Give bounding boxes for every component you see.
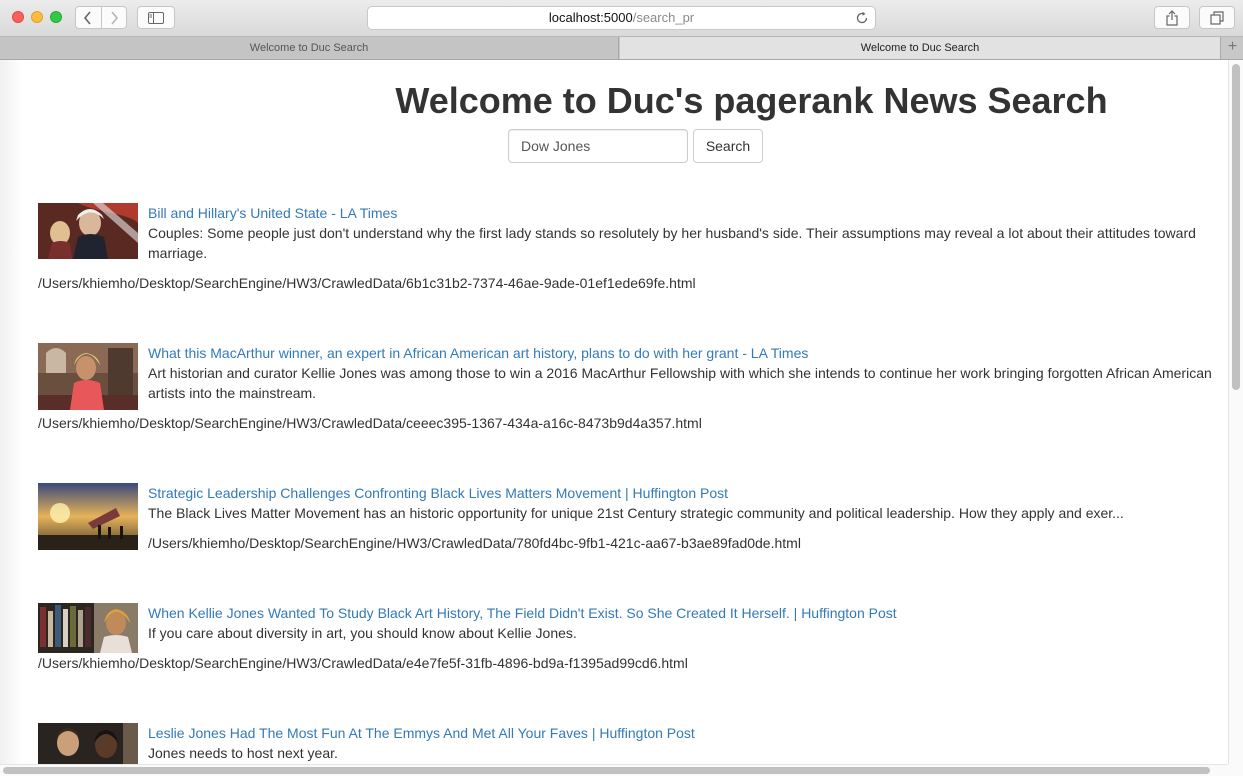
result-title-link[interactable]: What this MacArthur winner, an expert in… <box>148 343 808 363</box>
address-bar[interactable]: localhost:5000/search_pr <box>367 6 876 30</box>
tabs-icon <box>1210 10 1224 25</box>
result-title-link[interactable]: Bill and Hillary's United State - LA Tim… <box>148 203 397 223</box>
result-thumbnail[interactable] <box>38 203 138 259</box>
result-thumbnail[interactable] <box>38 723 138 764</box>
close-window-button[interactable] <box>12 11 24 23</box>
search-button[interactable]: Search <box>693 129 763 163</box>
result-thumbnail[interactable] <box>38 343 138 410</box>
result-title-link[interactable]: Leslie Jones Had The Most Fun At The Emm… <box>148 723 695 743</box>
result-path: /Users/khiemho/Desktop/SearchEngine/HW3/… <box>148 535 801 551</box>
show-all-tabs-button[interactable] <box>1199 6 1235 29</box>
chevron-left-icon <box>84 10 91 25</box>
share-button[interactable] <box>1154 6 1190 29</box>
result-description: The Black Lives Matter Movement has an h… <box>148 505 1124 521</box>
result-description: Jones needs to host next year. <box>148 745 338 761</box>
result-title-link[interactable]: Strategic Leadership Challenges Confront… <box>148 483 728 503</box>
url-path: /search_pr <box>632 10 695 25</box>
zoom-window-button[interactable] <box>50 11 62 23</box>
result-item: What this MacArthur winner, an expert in… <box>38 343 1228 443</box>
sidebar-icon <box>148 11 164 24</box>
result-thumbnail[interactable] <box>38 603 138 653</box>
result-title-link[interactable]: When Kellie Jones Wanted To Study Black … <box>148 603 897 623</box>
result-description: If you care about diversity in art, you … <box>148 625 577 641</box>
search-input[interactable] <box>508 129 688 163</box>
result-thumbnail[interactable] <box>38 483 138 550</box>
horizontal-scrollbar[interactable] <box>0 764 1228 776</box>
result-item: Bill and Hillary's United State - LA Tim… <box>38 203 1228 303</box>
result-item: When Kellie Jones Wanted To Study Black … <box>38 603 1228 683</box>
chevron-right-icon <box>111 10 118 25</box>
result-path: /Users/khiemho/Desktop/SearchEngine/HW3/… <box>38 655 688 671</box>
result-path: /Users/khiemho/Desktop/SearchEngine/HW3/… <box>38 415 702 431</box>
tab-bar: Welcome to Duc Search Welcome to Duc Sea… <box>0 37 1243 60</box>
window-titlebar: localhost:5000/search_pr <box>0 0 1243 37</box>
left-edge-shadow <box>0 60 22 764</box>
tab-2-active[interactable]: Welcome to Duc Search <box>620 37 1220 59</box>
tab-1[interactable]: Welcome to Duc Search <box>0 37 619 59</box>
minimize-window-button[interactable] <box>31 11 43 23</box>
result-description: Art historian and curator Kellie Jones w… <box>148 365 1212 401</box>
reload-icon[interactable] <box>855 11 869 25</box>
sidebar-toggle-button[interactable] <box>137 6 175 29</box>
vertical-scroll-thumb[interactable] <box>1232 64 1240 390</box>
vertical-scrollbar[interactable] <box>1228 60 1243 764</box>
url-host: localhost:5000 <box>548 10 633 25</box>
result-item: Leslie Jones Had The Most Fun At The Emm… <box>38 723 1228 764</box>
share-icon <box>1166 9 1178 26</box>
forward-button[interactable] <box>100 7 127 28</box>
scroll-corner <box>1228 764 1243 776</box>
back-button[interactable] <box>76 7 101 28</box>
page-title: Welcome to Duc's pagerank News Search <box>395 80 1108 121</box>
page-content: Welcome to Duc's pagerank News Search Se… <box>0 60 1228 764</box>
result-path: /Users/khiemho/Desktop/SearchEngine/HW3/… <box>38 275 696 291</box>
result-description: Couples: Some people just don't understa… <box>148 225 1196 261</box>
result-item: Strategic Leadership Challenges Confront… <box>38 483 1228 583</box>
new-tab-button[interactable]: + <box>1220 37 1243 59</box>
history-nav <box>75 6 127 29</box>
horizontal-scroll-thumb[interactable] <box>3 767 1210 774</box>
